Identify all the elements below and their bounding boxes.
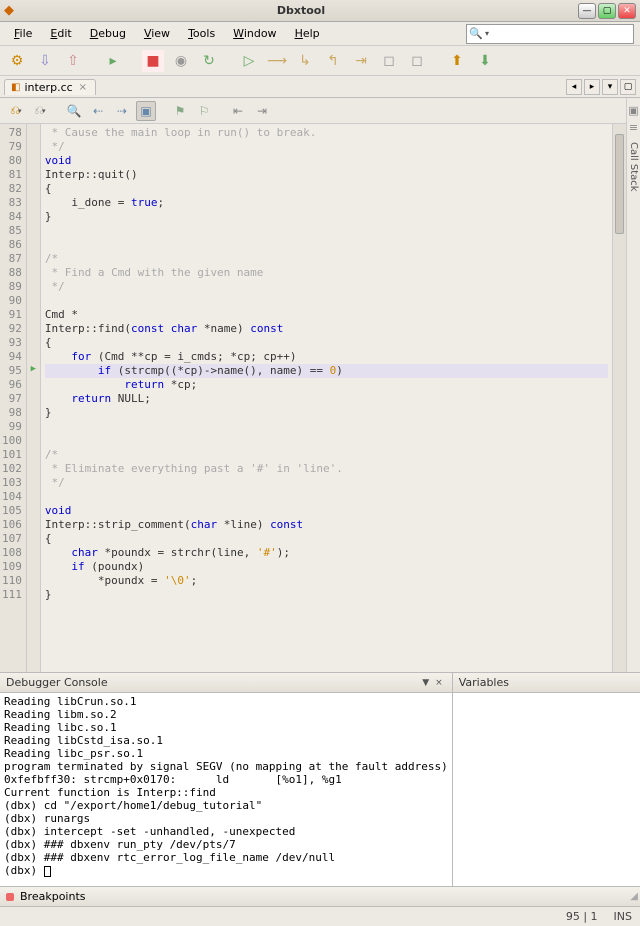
menu-file[interactable]: File [6, 25, 40, 42]
step-out-button[interactable]: ↰ [322, 50, 344, 72]
menu-window[interactable]: Window [225, 25, 284, 42]
breakpoints-label: Breakpoints [20, 890, 86, 903]
menu-tools[interactable]: Tools [180, 25, 223, 42]
make-down-button[interactable]: ⬇ [474, 50, 496, 72]
line-number-gutter: 7879808182838485868788899091929394959697… [0, 124, 27, 672]
editor-scrollbar[interactable] [612, 124, 626, 672]
menu-help[interactable]: Help [287, 25, 328, 42]
insert-mode: INS [614, 910, 632, 923]
variables-body[interactable] [453, 693, 640, 886]
variables-title: Variables [459, 676, 509, 689]
main-toolbar: ⚙ ⇩ ⇧ ▸ ■ ◉ ↻ ▷ ⟶ ↳ ↰ ⇥ ◻ ◻ ⬆ ⬇ [0, 46, 640, 76]
run-button[interactable]: ▸ [102, 50, 124, 72]
panel-minimize-button[interactable]: ▼ [419, 678, 432, 688]
tb-button-2[interactable]: ◻ [406, 50, 428, 72]
variables-panel: Variables [453, 673, 640, 886]
resize-grip[interactable]: ◢ [630, 891, 638, 902]
make-up-button[interactable]: ⬆ [446, 50, 468, 72]
find-next-button[interactable]: ⇢ [112, 101, 132, 121]
tab-next-button[interactable]: ▸ [584, 79, 600, 95]
code-editor[interactable]: 7879808182838485868788899091929394959697… [0, 124, 626, 672]
shift-left-button[interactable]: ⇤ [228, 101, 248, 121]
bookmark-button[interactable]: ⚑ [170, 101, 190, 121]
console-output[interactable]: Reading libCrun.so.1Reading libm.so.2Rea… [0, 693, 452, 886]
panel-close-button[interactable]: × [432, 678, 446, 688]
tab-maximize-button[interactable]: ▢ [620, 79, 636, 95]
stop-button[interactable]: ■ [142, 50, 164, 72]
attach-button[interactable]: ⇩ [34, 50, 56, 72]
breakpoints-bar[interactable]: Breakpoints [0, 886, 640, 906]
step-into-button[interactable]: ↳ [294, 50, 316, 72]
bookmark-next-button[interactable]: ⚐ [194, 101, 214, 121]
pause-button[interactable]: ◉ [170, 50, 192, 72]
glyph-margin[interactable]: ▶ [27, 124, 41, 672]
close-button[interactable]: ✕ [618, 3, 636, 19]
continue-button[interactable]: ▷ [238, 50, 260, 72]
code-body[interactable]: * Cause the main loop in run() to break.… [41, 124, 612, 672]
menu-debug[interactable]: Debug [82, 25, 134, 42]
debug-project-button[interactable]: ⚙ [6, 50, 28, 72]
file-tab-row: ◧ interp.cc × ◂ ▸ ▾ ▢ [0, 76, 640, 98]
file-tab-label: interp.cc [24, 81, 72, 94]
maximize-button[interactable]: ▢ [598, 3, 616, 19]
tab-prev-button[interactable]: ◂ [566, 79, 582, 95]
detach-button[interactable]: ⇧ [62, 50, 84, 72]
shift-right-button[interactable]: ⇥ [252, 101, 272, 121]
editor-toolbar: ⎌▾ ⎌▾ 🔍 ⇠ ⇢ ▣ ⚑ ⚐ ⇤ ⇥ [0, 98, 626, 124]
minimize-button[interactable]: — [578, 3, 596, 19]
highlight-button[interactable]: ▣ [136, 101, 156, 121]
side-panel-collapsed[interactable]: ▣ ≡ Call Stack [626, 98, 640, 672]
search-box[interactable]: 🔍▾ [466, 24, 634, 44]
step-over-button[interactable]: ⟶ [266, 50, 288, 72]
restart-button[interactable]: ↻ [198, 50, 220, 72]
call-stack-label: Call Stack [628, 142, 639, 192]
tab-list-button[interactable]: ▾ [602, 79, 618, 95]
file-icon: ◧ [11, 82, 20, 93]
search-icon: 🔍 [469, 27, 483, 40]
debugger-console-title: Debugger Console [6, 676, 108, 689]
statusbar: 95 | 1 INS [0, 906, 640, 926]
titlebar: ◆ Dbxtool — ▢ ✕ [0, 0, 640, 22]
app-icon: ◆ [4, 3, 20, 19]
tool-window-icon: ▣ [628, 104, 638, 117]
run-to-cursor-button[interactable]: ⇥ [350, 50, 372, 72]
debugger-console-panel: Debugger Console ▼ × Reading libCrun.so.… [0, 673, 453, 886]
stack-icon: ≡ [629, 121, 638, 134]
tb-button-1[interactable]: ◻ [378, 50, 400, 72]
menu-view[interactable]: View [136, 25, 178, 42]
ed-nav-back-button[interactable]: ⎌▾ [6, 101, 26, 121]
cursor-position: 95 | 1 [566, 910, 598, 923]
window-title: Dbxtool [24, 4, 578, 17]
close-tab-icon[interactable]: × [77, 82, 89, 93]
find-prev-button[interactable]: ⇠ [88, 101, 108, 121]
menubar: File Edit Debug View Tools Window Help 🔍… [0, 22, 640, 46]
search-input[interactable] [491, 26, 631, 42]
find-button[interactable]: 🔍 [64, 101, 84, 121]
menu-edit[interactable]: Edit [42, 25, 79, 42]
breakpoint-icon [6, 893, 14, 901]
file-tab-interp[interactable]: ◧ interp.cc × [4, 79, 96, 95]
ed-nav-fwd-button[interactable]: ⎌▾ [30, 101, 50, 121]
